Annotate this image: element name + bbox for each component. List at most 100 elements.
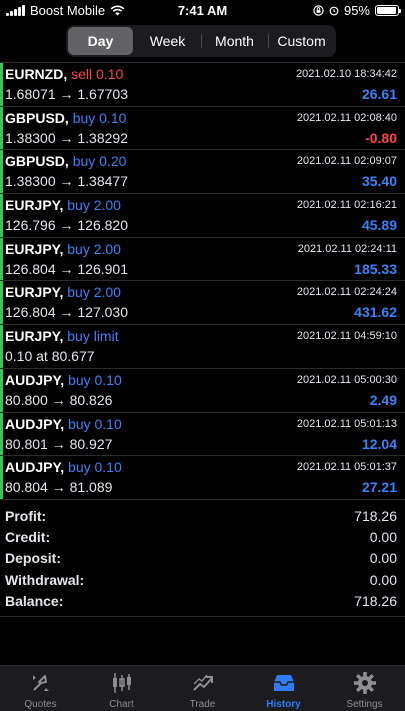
tab-label: Chart — [109, 699, 134, 710]
trade-profit: 45.89 — [361, 217, 397, 234]
trade-row[interactable]: EURJPY, buy 2.00 2021.02.11 02:24:24 126.8… — [0, 281, 405, 326]
trade-symbol: AUDJPY, buy 0.10 — [5, 372, 122, 388]
trade-history-list: EURNZD, sell 0.10 2021.02.10 18:34:42 1.68… — [0, 62, 405, 500]
orientation-lock-icon — [313, 5, 324, 16]
tab-settings[interactable]: Settings — [324, 666, 405, 711]
trade-time: 2021.02.11 02:24:11 — [297, 242, 397, 255]
chart-icon — [112, 673, 131, 693]
trade-time: 2021.02.11 05:00:30 — [296, 373, 397, 386]
trade-row-marker — [0, 63, 3, 106]
trade-row-marker — [0, 237, 3, 281]
segment-month[interactable]: Month — [201, 27, 267, 55]
trade-time: 2021.02.11 02:24:24 — [296, 286, 397, 299]
quotes-icon — [32, 675, 49, 691]
trade-type: buy 2.00 — [67, 197, 121, 214]
tab-quotes[interactable]: Quotes — [0, 666, 81, 711]
trade-time: 2021.02.11 02:08:40 — [296, 111, 397, 124]
alarm-icon — [329, 6, 339, 16]
trade-time: 2021.02.11 02:16:21 — [296, 199, 397, 212]
trade-prices: 126.804 → 127.030 — [5, 304, 128, 321]
tab-chart[interactable]: Chart — [81, 666, 162, 711]
trade-row[interactable]: EURNZD, sell 0.10 2021.02.10 18:34:42 1.68… — [0, 63, 405, 107]
trade-symbol: AUDJPY, buy 0.10 — [5, 416, 122, 432]
tab-bar: Quotes Chart Trade History Settings — [0, 665, 405, 711]
summary-row-profit: Profit: 718.26 — [0, 505, 405, 526]
summary-row-balance: Balance: 718.26 — [0, 591, 405, 612]
history-icon — [273, 675, 294, 691]
battery-percent: 95% — [343, 3, 370, 18]
trade-symbol-name: EURNZD, — [5, 66, 68, 82]
account-summary: Profit: 718.26 Credit: 0.00 Deposit: 0.00 With… — [0, 505, 405, 617]
segment-week[interactable]: Week — [135, 27, 200, 55]
tab-history[interactable]: History — [243, 666, 324, 711]
trade-row[interactable]: EURJPY, buy 2.00 2021.02.11 02:24:11 126.8… — [0, 237, 405, 282]
battery-level — [377, 7, 396, 14]
trade-type: buy 0.10 — [72, 109, 127, 126]
segment-custom[interactable]: Custom — [268, 27, 334, 55]
status-right: 95% — [313, 3, 401, 18]
trade-row-marker — [0, 368, 3, 412]
trade-row-marker — [0, 456, 3, 499]
trade-profit: 431.62 — [354, 304, 397, 321]
trade-symbol-name: EURJPY, — [5, 328, 64, 345]
summary-row-withdrawal: Withdrawal: 0.00 — [0, 569, 405, 590]
trade-symbol: EURJPY, buy 2.00 — [5, 197, 121, 213]
trade-symbol-name: GBPUSD, — [5, 109, 69, 126]
trade-profit: 185.33 — [354, 260, 397, 277]
trade-row[interactable]: EURJPY, buy 2.00 2021.02.11 02:16:21 126.7… — [0, 194, 405, 238]
trade-time: 2021.02.11 02:09:07 — [296, 155, 397, 168]
trade-type: buy 0.10 — [68, 371, 122, 388]
trade-row-marker — [0, 281, 3, 325]
trade-symbol: EURJPY, buy 2.00 — [5, 241, 121, 257]
summary-value: 0.00 — [369, 571, 397, 588]
summary-divider — [0, 615, 405, 617]
trade-row[interactable]: GBPUSD, buy 0.20 2021.02.11 02:09:07 1.383… — [0, 150, 405, 195]
summary-value: 0.00 — [369, 550, 397, 567]
summary-value: 718.26 — [354, 593, 397, 610]
trade-type: buy 2.00 — [67, 240, 121, 257]
trade-symbol: AUDJPY, buy 0.10 — [5, 459, 122, 475]
trade-type: buy 0.10 — [68, 459, 122, 476]
trade-row-marker — [0, 194, 3, 237]
trade-time: 2021.02.10 18:34:42 — [296, 68, 397, 80]
trade-time: 2021.02.11 05:01:37 — [296, 461, 397, 474]
period-segmented-control: Day Week Month Custom — [66, 25, 336, 57]
segment-day[interactable]: Day — [68, 27, 133, 55]
summary-label: Credit: — [5, 529, 51, 546]
trade-symbol-name: EURJPY, — [5, 240, 64, 257]
trade-type: buy 2.00 — [67, 284, 121, 301]
trade-prices: 1.68071 → 1.67703 — [5, 86, 128, 102]
trade-row-marker — [0, 412, 3, 456]
trade-row[interactable]: AUDJPY, buy 0.10 2021.02.11 05:01:13 80.80… — [0, 412, 405, 457]
trade-type: sell 0.10 — [71, 66, 124, 82]
settings-icon — [353, 672, 376, 694]
trade-symbol: EURJPY, buy 2.00 — [5, 284, 121, 300]
trade-symbol-name: AUDJPY, — [5, 415, 65, 432]
trade-row[interactable]: AUDJPY, buy 0.10 2021.02.11 05:00:30 80.80… — [0, 368, 405, 413]
tab-label: Settings — [346, 699, 383, 710]
trade-prices: 1.38300 → 1.38477 — [5, 173, 128, 190]
trade-row-marker — [0, 106, 3, 150]
trade-row[interactable]: AUDJPY, buy 0.10 2021.02.11 05:01:37 80.80… — [0, 456, 405, 500]
trade-type: buy 0.10 — [68, 415, 122, 432]
trade-symbol: EURNZD, sell 0.10 — [5, 66, 123, 82]
trade-symbol: EURJPY, buy limit — [5, 328, 119, 344]
trade-time: 2021.02.11 05:01:13 — [296, 417, 397, 430]
trade-row-marker — [0, 150, 3, 194]
trade-row[interactable]: EURJPY, buy limit 2021.02.11 04:59:10 0.10… — [0, 325, 405, 369]
trade-symbol-name: EURJPY, — [5, 197, 64, 214]
tab-label: Trade — [189, 699, 216, 710]
trade-type: buy 0.20 — [72, 153, 127, 170]
trade-row[interactable]: GBPUSD, buy 0.10 2021.02.11 02:08:40 1.383… — [0, 106, 405, 151]
trade-symbol-name: GBPUSD, — [5, 153, 69, 170]
tab-trade[interactable]: Trade — [162, 666, 243, 711]
summary-label: Profit: — [5, 507, 47, 524]
battery-icon — [375, 5, 401, 16]
trade-symbol-name: AUDJPY, — [5, 371, 65, 388]
trade-profit: 27.21 — [361, 479, 397, 496]
trade-type: buy limit — [67, 328, 119, 345]
summary-value: 718.26 — [354, 507, 397, 524]
trade-prices: 80.804 → 81.089 — [5, 479, 113, 496]
trade-prices: 80.801 → 80.927 — [5, 435, 113, 452]
trade-profit: 2.49 — [369, 391, 397, 408]
